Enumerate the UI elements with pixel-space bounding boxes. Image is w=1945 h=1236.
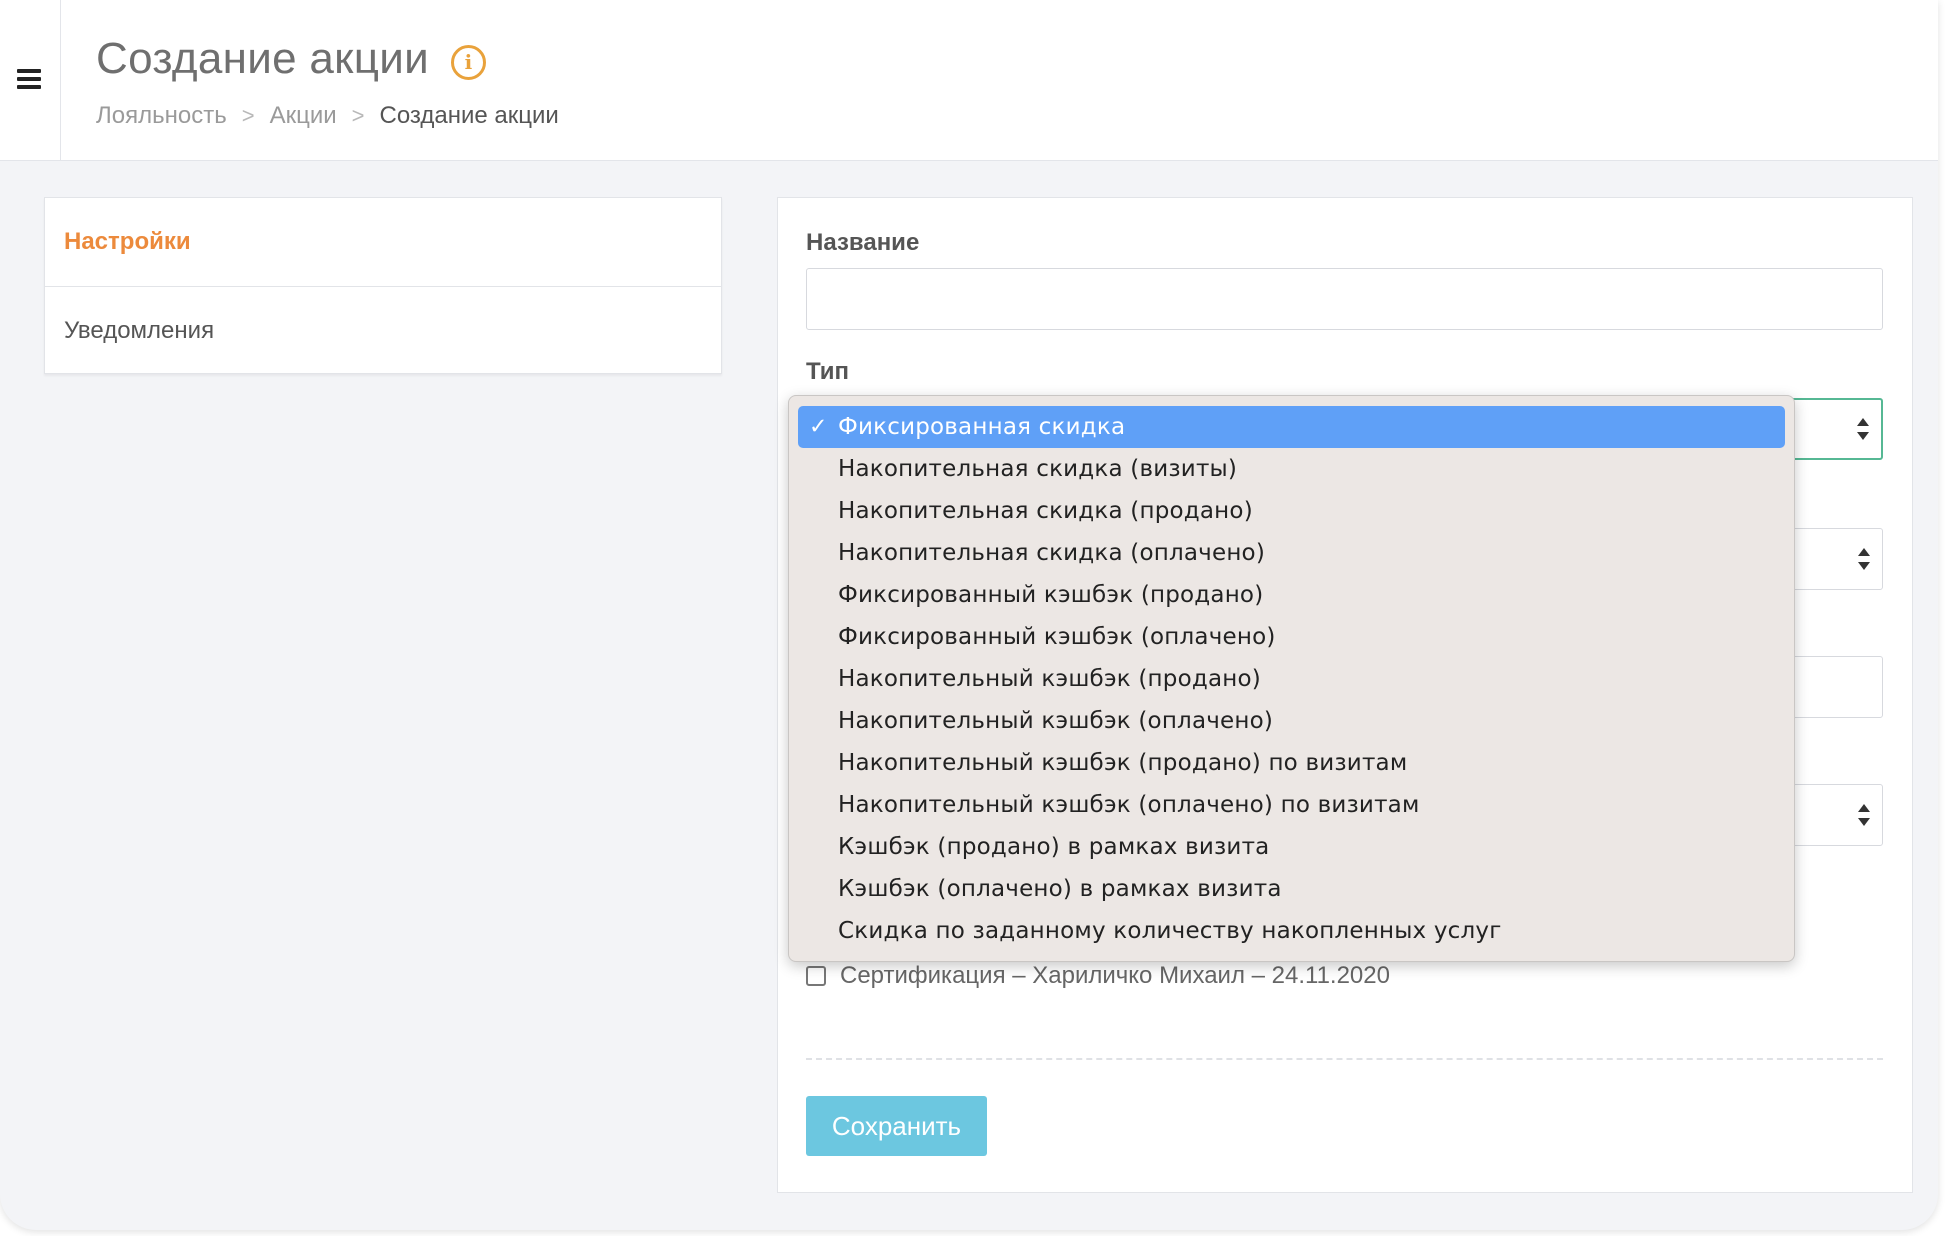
save-button[interactable]: Сохранить [806,1096,987,1156]
dropdown-option-label: Кэшбэк (продано) в рамках визита [838,834,1270,860]
dropdown-option-label: Фиксированная скидка [838,414,1126,440]
dropdown-option[interactable]: Накопительная скидка (визиты) [798,448,1785,490]
select-arrows-icon [1858,548,1870,570]
dropdown-option[interactable]: Накопительный кэшбэк (оплачено) по визит… [798,784,1785,826]
breadcrumb-separator: > [241,103,255,128]
dropdown-option-label: Фиксированный кэшбэк (оплачено) [838,624,1276,650]
dropdown-option-label: Фиксированный кэшбэк (продано) [838,582,1264,608]
name-label: Название [806,229,920,256]
dropdown-option[interactable]: Фиксированный кэшбэк (оплачено) [798,616,1785,658]
page-header: Создание акции i Лояльность > Акции > Со… [0,0,1938,161]
breadcrumb-loyalty[interactable]: Лояльность [96,102,227,130]
dropdown-option[interactable]: Фиксированный кэшбэк (продано) [798,574,1785,616]
select-arrows-icon [1858,804,1870,826]
dropdown-option-label: Кэшбэк (оплачено) в рамках визита [838,876,1282,902]
dropdown-option-label: Скидка по заданному количеству накопленн… [838,918,1502,944]
dropdown-option-label: Накопительный кэшбэк (продано) по визита… [838,750,1408,776]
type-label: Тип [806,358,849,385]
dropdown-option-label: Накопительный кэшбэк (оплачено) [838,708,1274,734]
breadcrumb-promotions[interactable]: Акции [270,102,337,130]
tab-settings[interactable]: Настройки [45,198,721,286]
certification-checkbox[interactable] [806,966,826,986]
select-arrows-icon [1857,418,1869,440]
type-dropdown-list: ✓ Фиксированная скидка Накопительная ски… [788,395,1795,962]
tab-notifications[interactable]: Уведомления [45,286,721,374]
dropdown-option-label: Накопительная скидка (продано) [838,498,1253,524]
app-window: Создание акции i Лояльность > Акции > Со… [0,0,1938,1230]
breadcrumb: Лояльность > Акции > Создание акции [96,102,559,130]
breadcrumb-separator: > [351,103,365,128]
dropdown-option[interactable]: Накопительная скидка (оплачено) [798,532,1785,574]
dropdown-option[interactable]: ✓ Фиксированная скидка [798,406,1785,448]
dropdown-option-label: Накопительный кэшбэк (оплачено) по визит… [838,792,1420,818]
checkmark-icon: ✓ [809,414,828,440]
breadcrumb-current: Создание акции [379,102,559,129]
name-input[interactable] [806,268,1883,330]
title-row: Создание акции i [96,34,486,84]
sidebar-toggle-column [0,0,61,161]
certification-row: Сертификация – Хариличко Михаил – 24.11.… [806,962,1390,990]
dropdown-option[interactable]: Накопительный кэшбэк (оплачено) [798,700,1785,742]
dropdown-option-label: Накопительная скидка (визиты) [838,456,1238,482]
dropdown-option-label: Накопительный кэшбэк (продано) [838,666,1261,692]
dropdown-option[interactable]: Скидка по заданному количеству накопленн… [798,910,1785,952]
dropdown-option[interactable]: Накопительный кэшбэк (продано) [798,658,1785,700]
dropdown-option[interactable]: Кэшбэк (оплачено) в рамках визита [798,868,1785,910]
certification-label[interactable]: Сертификация – Хариличко Михаил – 24.11.… [840,962,1390,990]
dropdown-option[interactable]: Кэшбэк (продано) в рамках визита [798,826,1785,868]
settings-tabs-panel: Настройки Уведомления [44,197,722,374]
info-icon[interactable]: i [450,44,486,80]
dropdown-option[interactable]: Накопительный кэшбэк (продано) по визита… [798,742,1785,784]
dropdown-option-label: Накопительная скидка (оплачено) [838,540,1266,566]
divider [806,1058,1883,1060]
page-title: Создание акции [96,34,429,83]
hamburger-menu-icon[interactable] [17,69,41,89]
dropdown-option[interactable]: Накопительная скидка (продано) [798,490,1785,532]
